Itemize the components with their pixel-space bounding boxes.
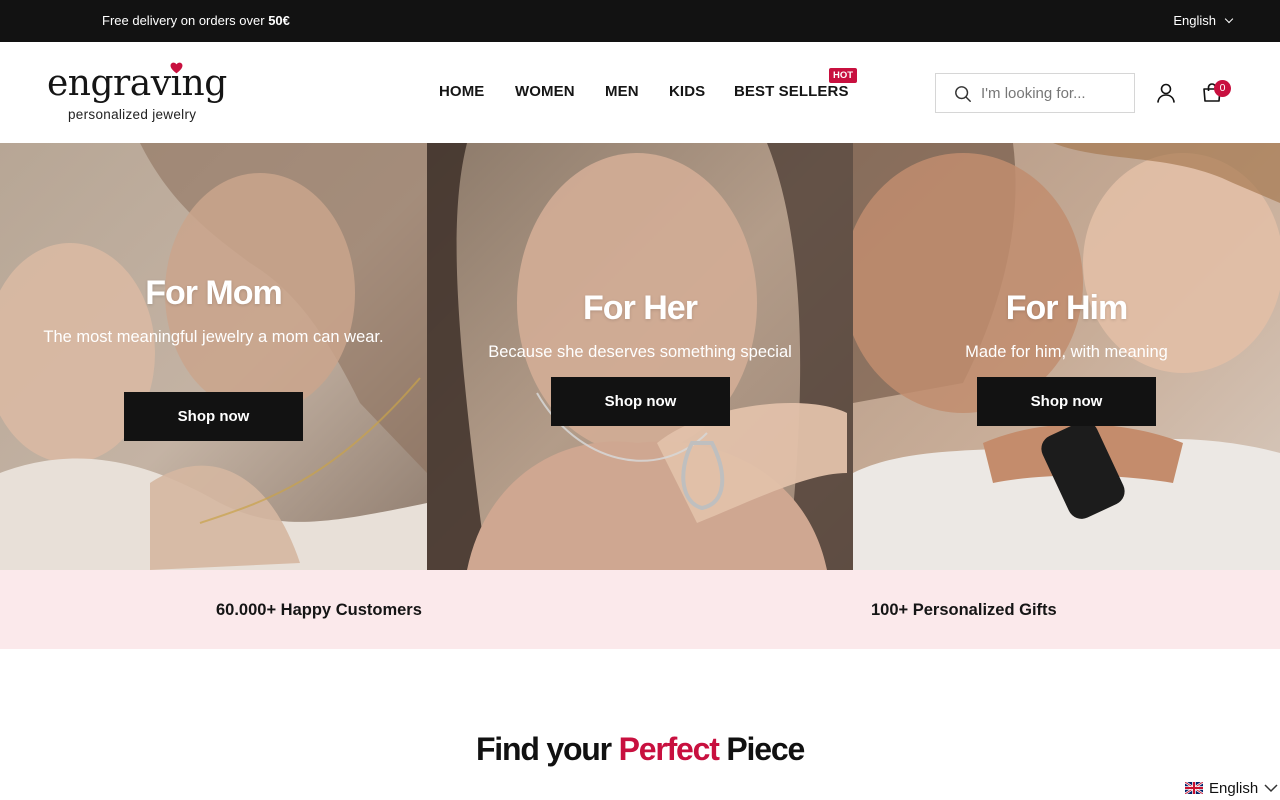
- nav-home[interactable]: HOME: [439, 83, 484, 100]
- heart-icon: [170, 62, 183, 74]
- hero-subtitle: Because she deserves something special: [488, 343, 792, 361]
- language-label: English: [1173, 13, 1216, 28]
- search-icon: [955, 86, 971, 102]
- hero-title: For Mom: [145, 274, 283, 312]
- nav-men[interactable]: MEN: [605, 83, 639, 100]
- stats-bar: 60.000+ Happy Customers 100+ Personalize…: [0, 570, 1280, 649]
- section-heading: Find your Perfect Piece: [0, 731, 1280, 768]
- uk-flag-icon: [1185, 782, 1203, 794]
- chevron-down-icon: [1264, 783, 1278, 792]
- heading-accent: Perfect: [618, 731, 720, 767]
- hero-panel-him[interactable]: For Him Made for him, with meaning Shop …: [853, 143, 1280, 570]
- shop-now-button[interactable]: Shop now: [124, 392, 303, 441]
- hero-title: For Him: [1005, 289, 1128, 327]
- language-selector[interactable]: English: [1173, 13, 1234, 28]
- announcement-bar: Free delivery on orders over 50€ English: [0, 0, 1280, 42]
- hero-title: For Her: [583, 289, 698, 327]
- shop-now-button[interactable]: Shop now: [977, 377, 1156, 426]
- heading-part-1: Find your: [475, 731, 619, 767]
- promo-amount: 50€: [268, 13, 290, 28]
- hero-banner: For Mom The most meaningful jewelry a mo…: [0, 143, 1280, 570]
- promo-text: Free delivery on orders over: [102, 13, 269, 28]
- hero-panel-mom[interactable]: For Mom The most meaningful jewelry a mo…: [0, 143, 427, 570]
- hero-subtitle: The most meaningful jewelry a mom can we…: [43, 328, 384, 346]
- chevron-down-icon: [1224, 14, 1234, 23]
- nav-kids[interactable]: KIDS: [669, 83, 705, 100]
- logo-tagline: personalized jewelry: [68, 107, 197, 122]
- site-header: engraving personalized jewelry HOME WOME…: [0, 42, 1280, 143]
- hero-photo-mom: [0, 143, 427, 570]
- heading-part-2: Piece: [718, 731, 805, 767]
- hot-badge: HOT: [829, 68, 858, 83]
- logo-wordmark: engraving: [47, 63, 227, 104]
- floating-language-label: English: [1209, 779, 1259, 797]
- floating-language-switcher[interactable]: English: [1185, 778, 1278, 798]
- search-input[interactable]: [981, 83, 1126, 103]
- shop-now-button[interactable]: Shop now: [551, 377, 730, 426]
- free-delivery-text: Free delivery on orders over 50€: [102, 13, 290, 28]
- cart-count-badge: 0: [1214, 80, 1231, 97]
- hero-subtitle: Made for him, with meaning: [965, 343, 1168, 361]
- nav-best-sellers[interactable]: BEST SELLERS: [734, 83, 849, 100]
- nav-women[interactable]: WOMEN: [515, 83, 575, 100]
- stat-gifts: 100+ Personalized Gifts: [871, 601, 1057, 619]
- stat-customers: 60.000+ Happy Customers: [216, 601, 422, 619]
- account-icon[interactable]: [1155, 82, 1177, 104]
- logo[interactable]: engraving personalized jewelry: [47, 62, 237, 126]
- search-box[interactable]: [935, 73, 1135, 113]
- hero-panel-her[interactable]: For Her Because she deserves something s…: [427, 143, 853, 570]
